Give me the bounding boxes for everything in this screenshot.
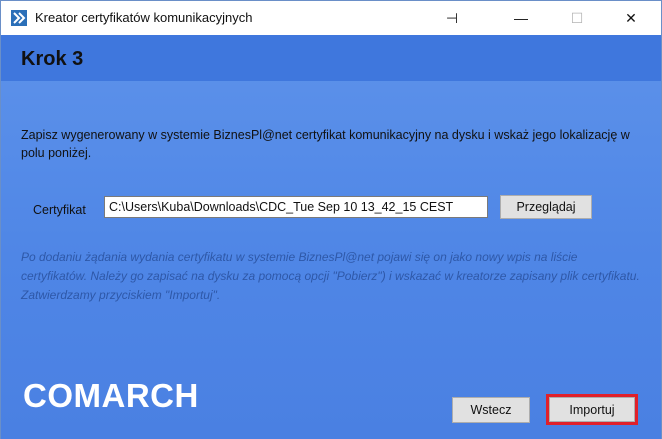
back-button[interactable]: Wstecz bbox=[452, 397, 530, 423]
window-title: Kreator certyfikatów komunikacyjnych bbox=[35, 10, 253, 25]
hint-text: Po dodaniu żądania wydania certyfikatu w… bbox=[21, 250, 640, 302]
certificate-path-input[interactable] bbox=[104, 196, 488, 218]
import-highlight: Importuj bbox=[546, 394, 638, 425]
import-button[interactable]: Importuj bbox=[549, 397, 635, 422]
title-bar[interactable]: Kreator certyfikatów komunikacyjnych ⊣ —… bbox=[1, 1, 661, 35]
wizard-window: Kreator certyfikatów komunikacyjnych ⊣ —… bbox=[0, 0, 662, 439]
comarch-logo: COMARCH bbox=[23, 377, 199, 414]
browse-button[interactable]: Przeglądaj bbox=[500, 195, 592, 219]
step-header: Krok 3 bbox=[1, 35, 661, 81]
wizard-content: Krok 3 Zapisz wygenerowany w systemie Bi… bbox=[1, 35, 661, 439]
certificate-label: Certyfikat bbox=[33, 203, 86, 217]
app-icon bbox=[11, 10, 27, 26]
instructions-text: Zapisz wygenerowany w systemie BiznesPl@… bbox=[21, 128, 630, 160]
step-title: Krok 3 bbox=[21, 48, 84, 70]
pin-icon[interactable]: ⊣ bbox=[429, 1, 475, 35]
maximize-button: ☐ bbox=[570, 9, 584, 26]
minimize-button[interactable]: — bbox=[498, 1, 544, 35]
close-button[interactable]: ✕ bbox=[608, 1, 654, 35]
